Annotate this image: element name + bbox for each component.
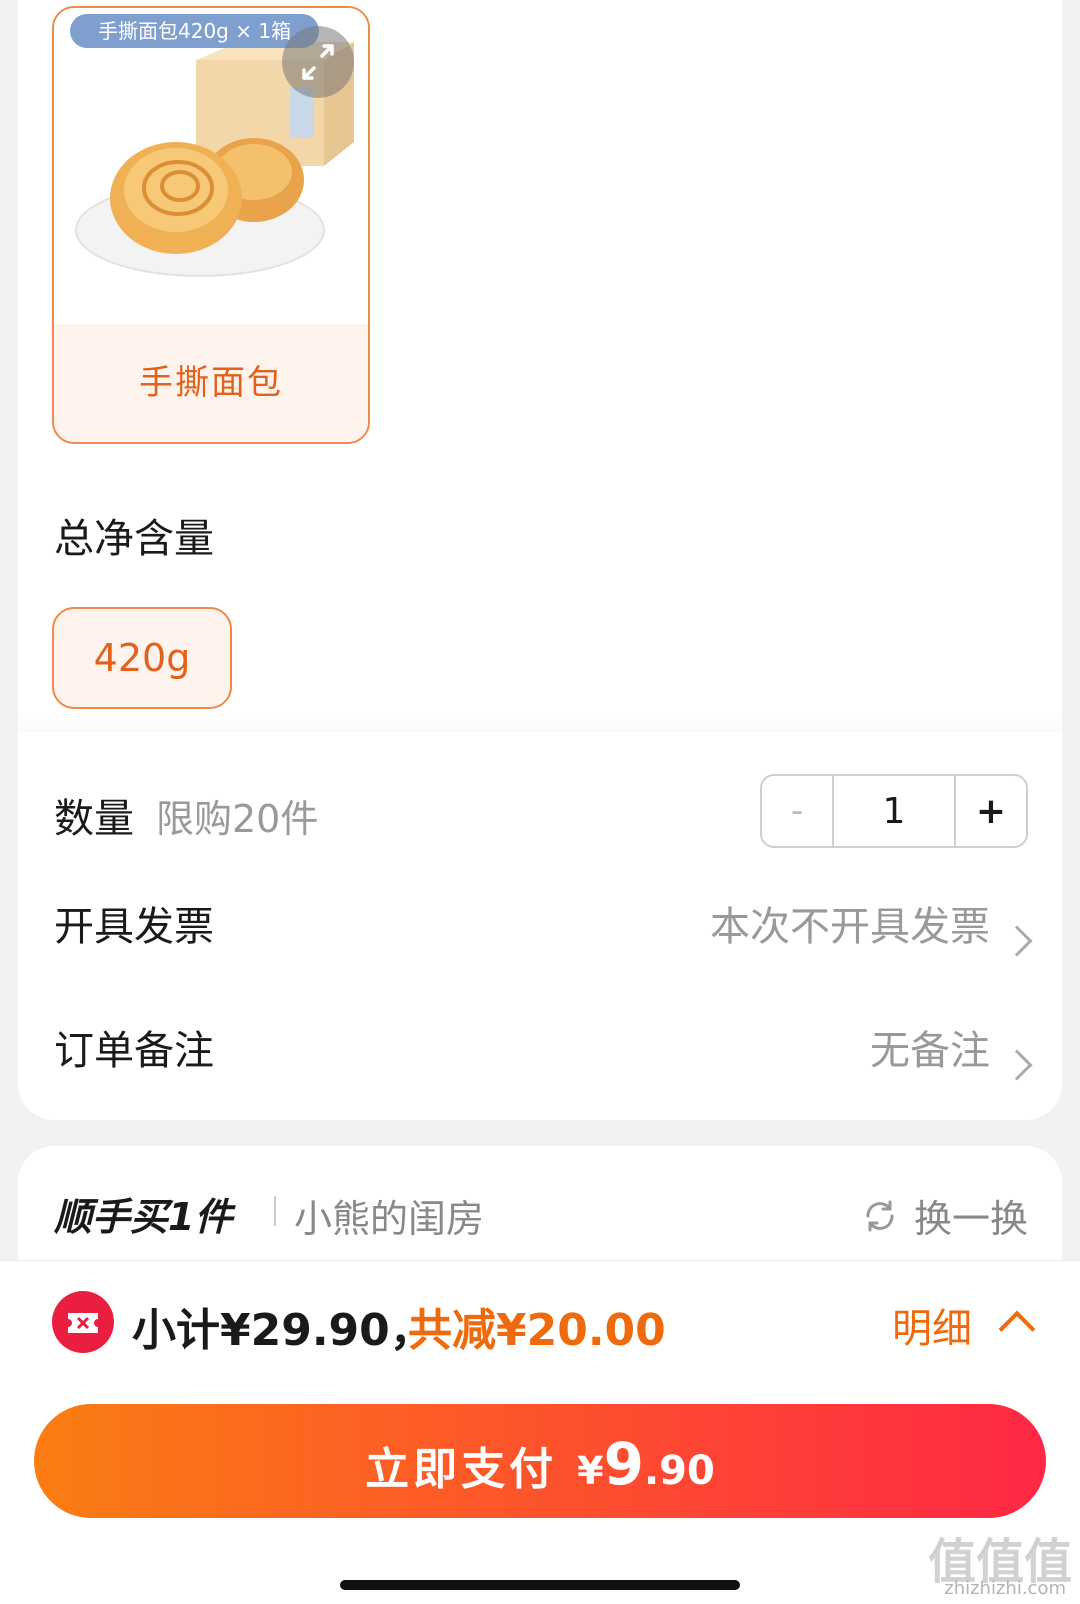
spec-name: 手撕面包 <box>54 324 368 442</box>
recommend-title: 顺手买1件 <box>54 1195 233 1239</box>
quantity-stepper: - 1 + <box>760 774 1028 848</box>
pay-label: 立即支付 <box>365 1444 558 1495</box>
spec-option-tile[interactable]: 手撕面包420g × 1箱 手撕面包 <box>52 6 370 444</box>
coupon-icon <box>52 1291 114 1353</box>
price-detail-link[interactable]: 明细 <box>892 1296 972 1354</box>
quantity-limit: 限购20件 <box>156 797 319 841</box>
invoice-label: 开具发票 <box>54 904 214 950</box>
decrement-button[interactable]: - <box>762 776 834 846</box>
refresh-icon <box>866 1200 894 1231</box>
pay-amount-decimal: .90 <box>643 1448 715 1494</box>
shop-name[interactable]: 小熊的闺房 <box>294 1188 484 1243</box>
swap-button[interactable]: 换一换 <box>860 1188 1028 1243</box>
quantity-label: 数量 <box>54 796 134 842</box>
net-weight-title: 总净含量 <box>54 516 214 562</box>
watermark-url: zhizhizhi.com <box>944 1578 1066 1599</box>
discount-text: 共减¥20.00 <box>408 1305 666 1356</box>
quantity-input[interactable]: 1 <box>834 776 954 846</box>
pay-currency: ¥ <box>577 1449 604 1493</box>
pay-amount-integer: 9 <box>603 1430 644 1498</box>
expand-icon[interactable] <box>282 26 354 98</box>
home-indicator <box>340 1580 740 1590</box>
swap-label: 换一换 <box>913 1197 1028 1241</box>
increment-button[interactable]: + <box>954 776 1026 846</box>
subtotal-text: 小计¥29.90， <box>132 1305 434 1356</box>
pay-now-button[interactable]: 立即支付 ¥ 9 .90 <box>34 1404 1046 1518</box>
divider <box>274 1196 276 1226</box>
weight-option-chip[interactable]: 420g <box>52 607 232 709</box>
remark-option[interactable]: 无备注 <box>870 1018 990 1076</box>
remark-label: 订单备注 <box>54 1028 214 1074</box>
invoice-option[interactable]: 本次不开具发票 <box>710 894 990 952</box>
section-divider <box>18 712 1062 732</box>
